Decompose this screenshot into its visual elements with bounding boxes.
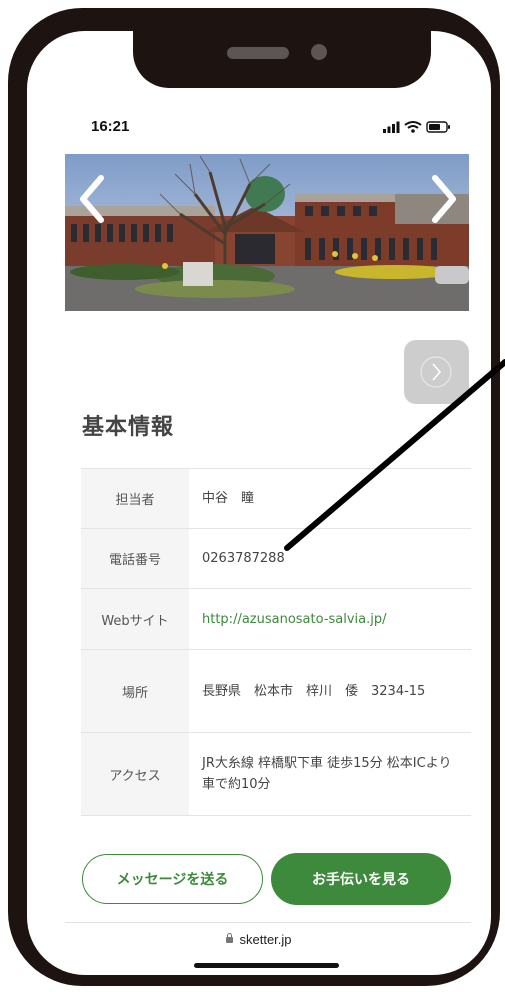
info-value: 中谷 瞳: [202, 491, 255, 506]
info-row-contact: 担当者 中谷 瞳: [81, 469, 471, 529]
chevron-right-icon: [432, 175, 456, 223]
hero-prev-button[interactable]: [73, 174, 113, 224]
phone-frame: 16:21 基本情報 担当者 中谷 瞳 電話番号 0263787288 Webサ…: [8, 8, 500, 986]
url-bar[interactable]: sketter.jp: [27, 932, 491, 947]
info-value: JR大糸線 梓橋駅下車 徒歩15分 松本ICより車で約10分: [202, 756, 452, 792]
info-value: 長野県 松本市 梓川 倭 3234-15: [202, 683, 426, 699]
info-table: 担当者 中谷 瞳 電話番号 0263787288 Webサイト http://a…: [81, 468, 471, 816]
url-bar-divider: [65, 922, 471, 923]
chevron-left-icon: [80, 175, 104, 223]
info-row-access: アクセス JR大糸線 梓橋駅下車 徒歩15分 松本ICより車で約10分: [81, 733, 471, 816]
info-label: 場所: [81, 650, 189, 732]
status-time: 16:21: [91, 118, 130, 135]
hero-next-button[interactable]: [423, 174, 463, 224]
info-label: Webサイト: [81, 589, 189, 649]
section-title: 基本情報: [82, 415, 175, 440]
info-row-phone: 電話番号 0263787288: [81, 529, 471, 589]
info-row-location: 場所 長野県 松本市 梓川 倭 3234-15: [81, 650, 471, 733]
info-label: 担当者: [81, 469, 189, 528]
notch: [133, 31, 431, 88]
facility-photo: [65, 154, 469, 311]
speaker-grille: [227, 47, 289, 59]
url-text: sketter.jp: [239, 932, 292, 947]
info-row-website: Webサイト http://azusanosato-salvia.jp/: [81, 589, 471, 650]
info-label: 電話番号: [81, 529, 189, 588]
chevron-right-icon: [420, 356, 452, 388]
status-icons: [383, 119, 463, 133]
send-message-button[interactable]: メッセージを送る: [82, 854, 263, 904]
lock-icon: [226, 933, 234, 943]
website-link[interactable]: http://azusanosato-salvia.jp/: [202, 609, 387, 630]
gallery-next-button[interactable]: [404, 340, 469, 404]
phone-number: 0263787288: [202, 551, 285, 566]
home-indicator[interactable]: [194, 963, 339, 968]
signal-icon: [383, 121, 400, 133]
battery-icon: [426, 121, 450, 133]
phone-screen: 16:21 基本情報 担当者 中谷 瞳 電話番号 0263787288 Webサ…: [27, 31, 491, 975]
info-label: アクセス: [81, 733, 189, 815]
front-camera: [311, 44, 327, 60]
view-help-button[interactable]: お手伝いを見る: [271, 853, 451, 905]
wifi-icon: [404, 121, 422, 129]
info-value-website: http://azusanosato-salvia.jp/: [189, 589, 471, 649]
screenshot-canvas: 16:21 基本情報 担当者 中谷 瞳 電話番号 0263787288 Webサ…: [0, 0, 505, 992]
